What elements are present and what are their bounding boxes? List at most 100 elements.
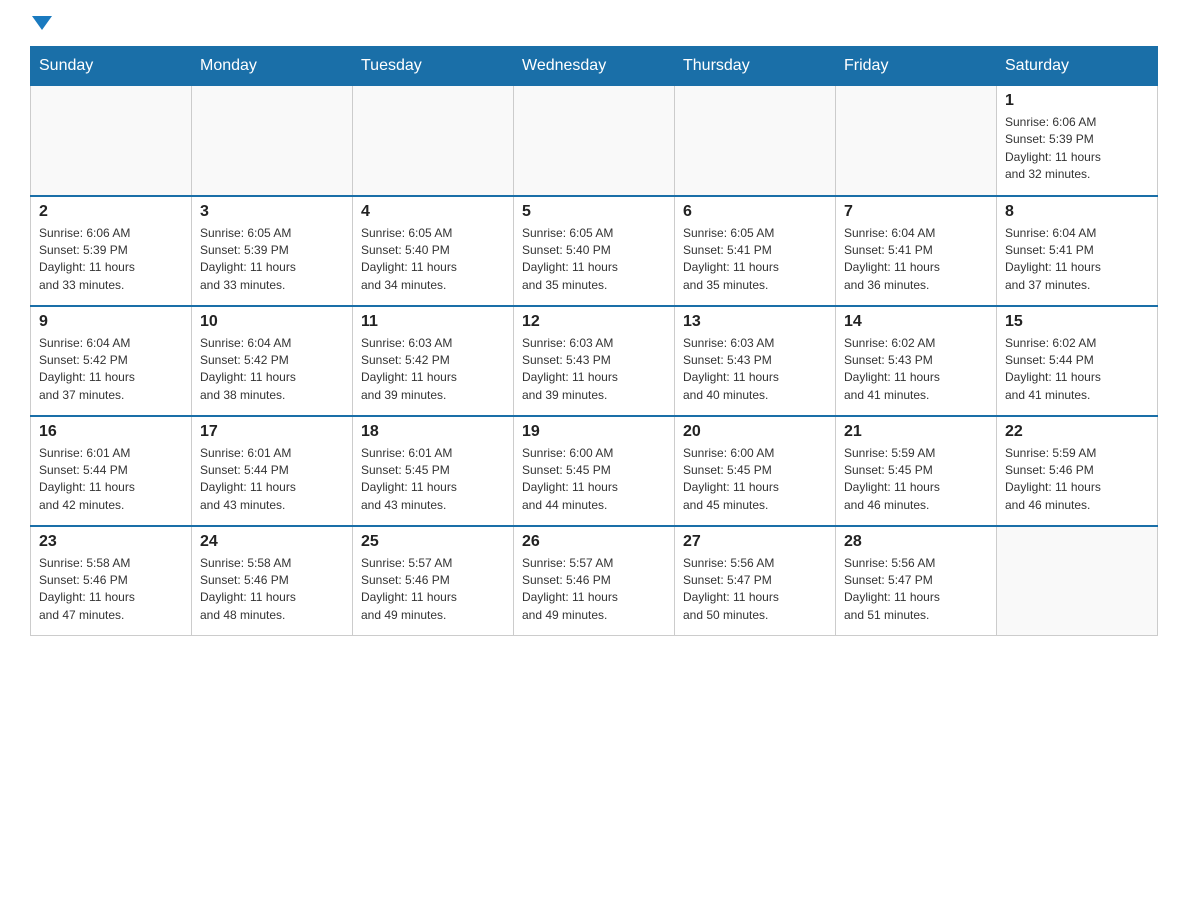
day-number: 23	[39, 533, 183, 551]
day-info: Sunrise: 6:04 AM Sunset: 5:41 PM Dayligh…	[1005, 225, 1149, 295]
calendar-cell	[192, 86, 353, 196]
day-info: Sunrise: 5:58 AM Sunset: 5:46 PM Dayligh…	[200, 555, 344, 625]
day-info: Sunrise: 6:01 AM Sunset: 5:44 PM Dayligh…	[200, 445, 344, 515]
calendar-cell: 6 Sunrise: 6:05 AM Sunset: 5:41 PM Daylig…	[675, 196, 836, 306]
calendar-header-row: SundayMondayTuesdayWednesdayThursdayFrid…	[31, 47, 1158, 86]
calendar-cell: 5 Sunrise: 6:05 AM Sunset: 5:40 PM Daylig…	[514, 196, 675, 306]
day-info: Sunrise: 6:01 AM Sunset: 5:44 PM Dayligh…	[39, 445, 183, 515]
day-number: 20	[683, 423, 827, 441]
calendar-cell	[997, 526, 1158, 636]
day-info: Sunrise: 6:00 AM Sunset: 5:45 PM Dayligh…	[522, 445, 666, 515]
day-number: 4	[361, 203, 505, 221]
day-number: 12	[522, 313, 666, 331]
day-info: Sunrise: 5:59 AM Sunset: 5:46 PM Dayligh…	[1005, 445, 1149, 515]
day-info: Sunrise: 6:04 AM Sunset: 5:41 PM Dayligh…	[844, 225, 988, 295]
weekday-header-thursday: Thursday	[675, 47, 836, 86]
day-number: 18	[361, 423, 505, 441]
day-number: 10	[200, 313, 344, 331]
day-info: Sunrise: 6:06 AM Sunset: 5:39 PM Dayligh…	[1005, 114, 1149, 184]
day-info: Sunrise: 6:02 AM Sunset: 5:43 PM Dayligh…	[844, 335, 988, 405]
day-info: Sunrise: 6:05 AM Sunset: 5:40 PM Dayligh…	[361, 225, 505, 295]
day-number: 27	[683, 533, 827, 551]
calendar-cell: 12 Sunrise: 6:03 AM Sunset: 5:43 PM Dayli…	[514, 306, 675, 416]
calendar-cell: 13 Sunrise: 6:03 AM Sunset: 5:43 PM Dayli…	[675, 306, 836, 416]
day-info: Sunrise: 6:00 AM Sunset: 5:45 PM Dayligh…	[683, 445, 827, 515]
calendar-cell: 26Sunrise: 5:57 AM Sunset: 5:46 PM Dayli…	[514, 526, 675, 636]
day-number: 1	[1005, 92, 1149, 110]
logo-triangle-icon	[32, 16, 52, 30]
calendar-cell	[353, 86, 514, 196]
day-number: 2	[39, 203, 183, 221]
weekday-header-sunday: Sunday	[31, 47, 192, 86]
day-number: 11	[361, 313, 505, 331]
day-info: Sunrise: 5:59 AM Sunset: 5:45 PM Dayligh…	[844, 445, 988, 515]
page-header	[30, 20, 1158, 36]
calendar-cell: 2 Sunrise: 6:06 AM Sunset: 5:39 PM Daylig…	[31, 196, 192, 306]
calendar-cell: 3 Sunrise: 6:05 AM Sunset: 5:39 PM Daylig…	[192, 196, 353, 306]
day-number: 3	[200, 203, 344, 221]
calendar-cell: 1 Sunrise: 6:06 AM Sunset: 5:39 PM Daylig…	[997, 86, 1158, 196]
calendar-week-row: 23 Sunrise: 5:58 AM Sunset: 5:46 PM Dayli…	[31, 526, 1158, 636]
weekday-header-friday: Friday	[836, 47, 997, 86]
calendar-cell: 27 Sunrise: 5:56 AM Sunset: 5:47 PM Dayli…	[675, 526, 836, 636]
calendar-cell: 11 Sunrise: 6:03 AM Sunset: 5:42 PM Dayli…	[353, 306, 514, 416]
calendar-cell: 22Sunrise: 5:59 AM Sunset: 5:46 PM Dayli…	[997, 416, 1158, 526]
day-info: Sunrise: 6:02 AM Sunset: 5:44 PM Dayligh…	[1005, 335, 1149, 405]
day-info: Sunrise: 6:03 AM Sunset: 5:43 PM Dayligh…	[522, 335, 666, 405]
calendar-cell: 21 Sunrise: 5:59 AM Sunset: 5:45 PM Dayli…	[836, 416, 997, 526]
calendar-cell: 25 Sunrise: 5:57 AM Sunset: 5:46 PM Dayli…	[353, 526, 514, 636]
day-number: 21	[844, 423, 988, 441]
day-number: 5	[522, 203, 666, 221]
calendar-cell	[31, 86, 192, 196]
calendar-cell: 20 Sunrise: 6:00 AM Sunset: 5:45 PM Dayli…	[675, 416, 836, 526]
day-info: Sunrise: 5:58 AM Sunset: 5:46 PM Dayligh…	[39, 555, 183, 625]
calendar-cell: 10 Sunrise: 6:04 AM Sunset: 5:42 PM Dayli…	[192, 306, 353, 416]
weekday-header-monday: Monday	[192, 47, 353, 86]
day-number: 25	[361, 533, 505, 551]
weekday-header-wednesday: Wednesday	[514, 47, 675, 86]
calendar-cell: 15 Sunrise: 6:02 AM Sunset: 5:44 PM Dayli…	[997, 306, 1158, 416]
calendar-cell: 14 Sunrise: 6:02 AM Sunset: 5:43 PM Dayli…	[836, 306, 997, 416]
day-number: 13	[683, 313, 827, 331]
calendar-week-row: 2 Sunrise: 6:06 AM Sunset: 5:39 PM Daylig…	[31, 196, 1158, 306]
day-info: Sunrise: 5:57 AM Sunset: 5:46 PM Dayligh…	[361, 555, 505, 625]
calendar-cell: 18 Sunrise: 6:01 AM Sunset: 5:45 PM Dayli…	[353, 416, 514, 526]
calendar-week-row: 16Sunrise: 6:01 AM Sunset: 5:44 PM Dayli…	[31, 416, 1158, 526]
calendar-cell: 9 Sunrise: 6:04 AM Sunset: 5:42 PM Daylig…	[31, 306, 192, 416]
weekday-header-tuesday: Tuesday	[353, 47, 514, 86]
calendar-week-row: 1 Sunrise: 6:06 AM Sunset: 5:39 PM Daylig…	[31, 86, 1158, 196]
calendar-cell: 28 Sunrise: 5:56 AM Sunset: 5:47 PM Dayli…	[836, 526, 997, 636]
day-number: 7	[844, 203, 988, 221]
day-info: Sunrise: 6:03 AM Sunset: 5:42 PM Dayligh…	[361, 335, 505, 405]
calendar-cell	[675, 86, 836, 196]
day-info: Sunrise: 6:01 AM Sunset: 5:45 PM Dayligh…	[361, 445, 505, 515]
day-info: Sunrise: 6:05 AM Sunset: 5:40 PM Dayligh…	[522, 225, 666, 295]
day-info: Sunrise: 5:56 AM Sunset: 5:47 PM Dayligh…	[683, 555, 827, 625]
day-number: 6	[683, 203, 827, 221]
day-number: 15	[1005, 313, 1149, 331]
calendar-week-row: 9 Sunrise: 6:04 AM Sunset: 5:42 PM Daylig…	[31, 306, 1158, 416]
day-number: 17	[200, 423, 344, 441]
calendar-cell: 23 Sunrise: 5:58 AM Sunset: 5:46 PM Dayli…	[31, 526, 192, 636]
day-info: Sunrise: 5:56 AM Sunset: 5:47 PM Dayligh…	[844, 555, 988, 625]
weekday-header-saturday: Saturday	[997, 47, 1158, 86]
day-info: Sunrise: 6:05 AM Sunset: 5:41 PM Dayligh…	[683, 225, 827, 295]
calendar-cell	[836, 86, 997, 196]
day-number: 8	[1005, 203, 1149, 221]
day-number: 26	[522, 533, 666, 551]
calendar-table: SundayMondayTuesdayWednesdayThursdayFrid…	[30, 46, 1158, 636]
calendar-cell	[514, 86, 675, 196]
day-info: Sunrise: 6:04 AM Sunset: 5:42 PM Dayligh…	[200, 335, 344, 405]
day-info: Sunrise: 6:03 AM Sunset: 5:43 PM Dayligh…	[683, 335, 827, 405]
logo	[30, 20, 52, 36]
calendar-cell: 24Sunrise: 5:58 AM Sunset: 5:46 PM Dayli…	[192, 526, 353, 636]
day-number: 9	[39, 313, 183, 331]
calendar-cell: 8 Sunrise: 6:04 AM Sunset: 5:41 PM Daylig…	[997, 196, 1158, 306]
day-number: 14	[844, 313, 988, 331]
calendar-cell: 7 Sunrise: 6:04 AM Sunset: 5:41 PM Daylig…	[836, 196, 997, 306]
calendar-cell: 16Sunrise: 6:01 AM Sunset: 5:44 PM Dayli…	[31, 416, 192, 526]
day-info: Sunrise: 6:06 AM Sunset: 5:39 PM Dayligh…	[39, 225, 183, 295]
day-info: Sunrise: 6:05 AM Sunset: 5:39 PM Dayligh…	[200, 225, 344, 295]
day-info: Sunrise: 6:04 AM Sunset: 5:42 PM Dayligh…	[39, 335, 183, 405]
day-number: 28	[844, 533, 988, 551]
